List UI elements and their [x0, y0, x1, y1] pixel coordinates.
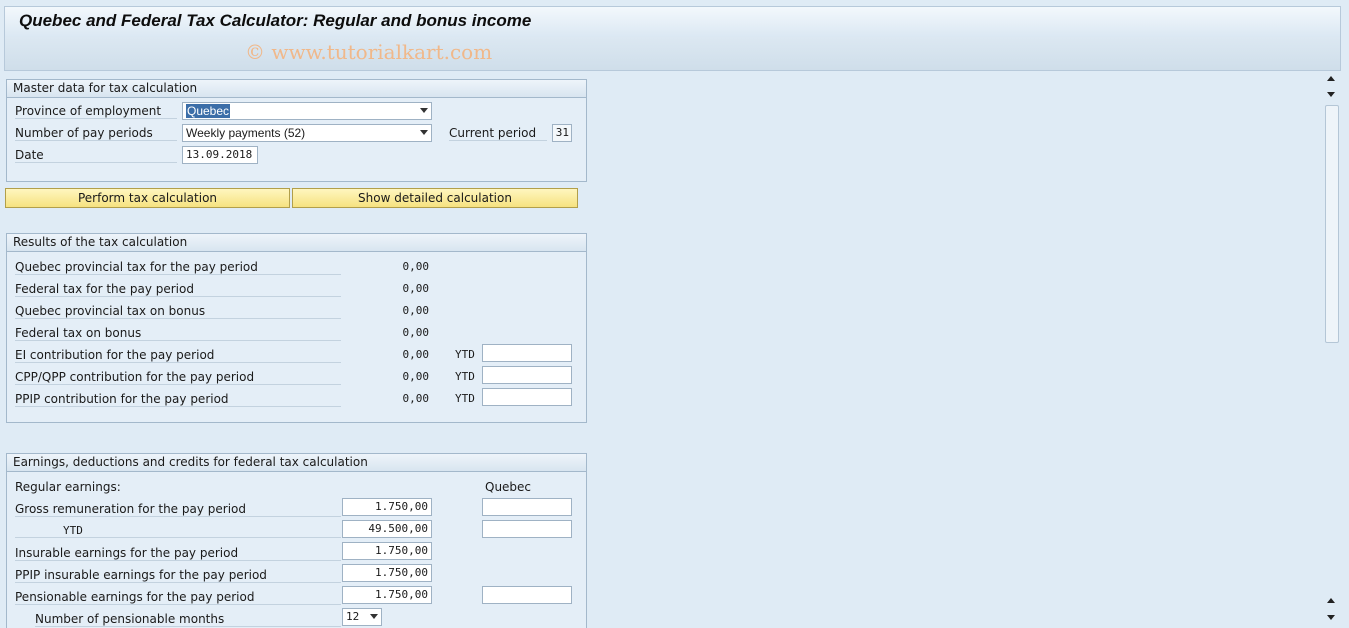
application-toolbar — [4, 37, 1341, 71]
result-value-quebec-tax: 0,00 — [402, 260, 430, 273]
main-content: Master data for tax calculation Province… — [4, 71, 1323, 628]
master-data-group: Master data for tax calculation Province… — [6, 79, 587, 182]
result-value-federal-tax: 0,00 — [402, 282, 430, 295]
insurable-earnings-field[interactable]: 1.750,00 — [342, 542, 432, 560]
result-label-ei: EI contribution for the pay period — [15, 348, 341, 363]
result-value-quebec-bonus: 0,00 — [402, 304, 430, 317]
results-group: Results of the tax calculation Quebec pr… — [6, 233, 587, 423]
ei-ytd-label: YTD — [455, 348, 475, 361]
date-label: Date — [15, 148, 177, 163]
gross-remuneration-label: Gross remuneration for the pay period — [15, 502, 341, 517]
result-value-ppip: 0,00 — [402, 392, 430, 405]
ppip-insurable-label: PPIP insurable earnings for the pay peri… — [15, 568, 341, 583]
pensionable-earnings-label: Pensionable earnings for the pay period — [15, 590, 341, 605]
current-period-field[interactable]: 31 — [552, 124, 572, 142]
scroll-up-icon[interactable] — [1327, 598, 1335, 603]
chevron-down-icon[interactable] — [420, 108, 428, 113]
ppip-ytd-label: YTD — [455, 392, 475, 405]
current-period-label: Current period — [449, 126, 547, 141]
ei-ytd-field[interactable] — [482, 344, 572, 362]
show-detailed-calculation-button[interactable]: Show detailed calculation — [292, 188, 578, 208]
pensionable-earnings-field[interactable]: 1.750,00 — [342, 586, 432, 604]
cpp-ytd-field[interactable] — [482, 366, 572, 384]
gross-ytd-label: YTD — [15, 524, 341, 538]
gross-remuneration-quebec-field[interactable] — [482, 498, 572, 516]
province-label: Province of employment — [15, 104, 177, 119]
pensionable-quebec-field[interactable] — [482, 586, 572, 604]
watermark: © www.tutorialkart.com — [245, 40, 493, 64]
ppip-ytd-field[interactable] — [482, 388, 572, 406]
gross-ytd-quebec-field[interactable] — [482, 520, 572, 538]
quebec-column-label: Quebec — [485, 480, 532, 494]
regular-earnings-label: Regular earnings: — [15, 480, 121, 494]
province-dropdown[interactable]: Quebec — [182, 102, 432, 120]
results-header: Results of the tax calculation — [7, 234, 586, 252]
scrollbar-thumb[interactable] — [1325, 105, 1339, 343]
pay-periods-dropdown[interactable]: Weekly payments (52) — [182, 124, 432, 142]
gross-remuneration-field[interactable]: 1.750,00 — [342, 498, 432, 516]
title-bar: Quebec and Federal Tax Calculator: Regul… — [4, 6, 1341, 38]
pensionable-months-value: 12 — [346, 610, 360, 623]
pensionable-months-label: Number of pensionable months — [35, 612, 341, 627]
scroll-down-icon[interactable] — [1327, 92, 1335, 97]
chevron-down-icon[interactable] — [420, 130, 428, 135]
result-label-federal-tax: Federal tax for the pay period — [15, 282, 341, 297]
scroll-up-icon[interactable] — [1327, 76, 1335, 81]
result-value-cpp: 0,00 — [402, 370, 430, 383]
province-value: Quebec — [186, 104, 231, 118]
result-label-ppip: PPIP contribution for the pay period — [15, 392, 341, 407]
result-label-quebec-bonus: Quebec provincial tax on bonus — [15, 304, 341, 319]
pay-periods-label: Number of pay periods — [15, 126, 177, 141]
result-value-ei: 0,00 — [402, 348, 430, 361]
perform-tax-calculation-button[interactable]: Perform tax calculation — [5, 188, 290, 208]
result-label-cpp: CPP/QPP contribution for the pay period — [15, 370, 341, 385]
master-data-header: Master data for tax calculation — [7, 80, 586, 98]
pay-periods-value: Weekly payments (52) — [186, 126, 306, 140]
ppip-insurable-field[interactable]: 1.750,00 — [342, 564, 432, 582]
window-title: Quebec and Federal Tax Calculator: Regul… — [19, 11, 532, 30]
cpp-ytd-label: YTD — [455, 370, 475, 383]
insurable-earnings-label: Insurable earnings for the pay period — [15, 546, 341, 561]
pensionable-months-dropdown[interactable]: 12 — [342, 608, 382, 626]
earnings-header: Earnings, deductions and credits for fed… — [7, 454, 586, 472]
date-field[interactable]: 13.09.2018 — [182, 146, 258, 164]
result-label-federal-bonus: Federal tax on bonus — [15, 326, 341, 341]
scroll-down-icon[interactable] — [1327, 615, 1335, 620]
result-label-quebec-tax: Quebec provincial tax for the pay period — [15, 260, 341, 275]
gross-ytd-field[interactable]: 49.500,00 — [342, 520, 432, 538]
earnings-group: Earnings, deductions and credits for fed… — [6, 453, 587, 628]
chevron-down-icon[interactable] — [370, 614, 378, 619]
result-value-federal-bonus: 0,00 — [402, 326, 430, 339]
